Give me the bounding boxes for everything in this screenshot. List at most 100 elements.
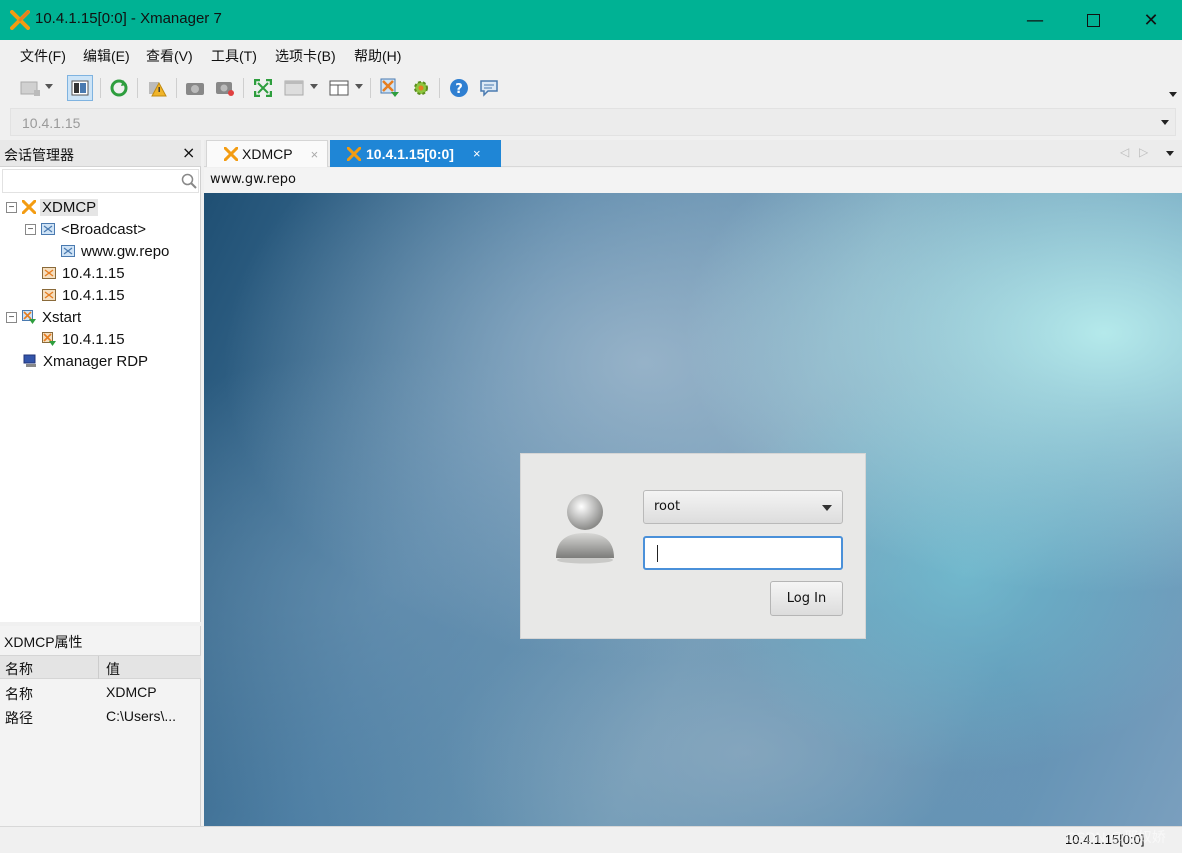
toolbar-divider xyxy=(176,78,177,98)
user-select[interactable]: root xyxy=(643,490,843,524)
toolbar-divider xyxy=(137,78,138,98)
menu-help[interactable]: 帮助(H) xyxy=(354,46,401,66)
tree-item-host[interactable]: 10.4.1.15 xyxy=(42,284,125,306)
fullscreen-icon[interactable] xyxy=(250,75,276,101)
tree-label: Xmanager RDP xyxy=(43,352,149,370)
property-value: C:\Users\... xyxy=(106,708,177,724)
tree-item-rdp[interactable]: Xmanager RDP xyxy=(23,350,148,372)
maximize-button[interactable] xyxy=(1064,0,1122,40)
collapse-toggle-icon[interactable]: − xyxy=(6,311,17,323)
tree-label: <Broadcast> xyxy=(61,220,147,238)
password-input[interactable] xyxy=(643,536,843,570)
refresh-icon[interactable] xyxy=(106,75,132,101)
layout-dropdown-icon[interactable] xyxy=(355,84,363,89)
toolbar-divider xyxy=(243,78,244,98)
toolbar-overflow-icon[interactable] xyxy=(1169,92,1177,97)
rdp-icon xyxy=(23,354,36,367)
properties-panel: XDMCP属性 名称 值 名称 XDMCP 路径 C:\Users\... xyxy=(0,626,201,826)
session-manager-header: 会话管理器 × xyxy=(0,140,201,167)
column-divider[interactable] xyxy=(98,656,99,679)
tree-item-www-gw-repo[interactable]: www.gw.repo xyxy=(61,240,169,262)
session-url: www.gw.repo xyxy=(210,172,296,187)
tree-item-broadcast[interactable]: − <Broadcast> xyxy=(25,218,146,240)
tree-item-host[interactable]: 10.4.1.15 xyxy=(42,262,125,284)
settings-icon[interactable] xyxy=(408,75,434,101)
session-manager-close-button[interactable]: × xyxy=(182,143,195,162)
properties-title: XDMCP属性 xyxy=(4,634,83,650)
text-caret xyxy=(657,545,658,562)
tree-label: www.gw.repo xyxy=(81,242,170,260)
tree-label: 10.4.1.15 xyxy=(62,330,125,348)
tab-scroll-right-icon[interactable]: ▷ xyxy=(1139,145,1148,159)
address-input[interactable]: 10.4.1.15 xyxy=(22,115,80,131)
tree-label: Xstart xyxy=(42,308,82,326)
address-bar[interactable]: 10.4.1.15 xyxy=(10,108,1176,136)
tab-strip: XDMCP × 10.4.1.15[0:0] × ◁ ▷ xyxy=(204,140,1182,167)
tab-active-session[interactable]: 10.4.1.15[0:0] × xyxy=(330,140,501,167)
close-button[interactable]: ✕ xyxy=(1122,0,1180,40)
column-header-name[interactable]: 名称 xyxy=(5,659,33,679)
new-session-dropdown-icon[interactable] xyxy=(45,84,53,89)
tab-label: XDMCP xyxy=(242,146,293,162)
session-manager-title: 会话管理器 xyxy=(4,148,74,164)
tab-scroll-left-icon[interactable]: ◁ xyxy=(1120,145,1129,159)
tab-xdmcp[interactable]: XDMCP × xyxy=(206,140,328,167)
host-icon xyxy=(42,267,56,279)
new-session-icon[interactable] xyxy=(17,75,43,101)
session-manager-panel: 会话管理器 × − XDMCP − <Broadcast> www.gw.rep… xyxy=(0,140,201,622)
window-icon[interactable] xyxy=(281,75,307,101)
user-select-value: root xyxy=(654,499,681,514)
minimize-button[interactable]: — xyxy=(1006,0,1064,40)
xdmcp-icon xyxy=(22,200,36,214)
watermark: CSDN @邢奴娇 xyxy=(1066,829,1166,845)
layout-icon[interactable] xyxy=(326,75,352,101)
menu-edit[interactable]: 编辑(E) xyxy=(83,46,130,66)
remote-desktop-view[interactable]: root Log In xyxy=(204,193,1182,826)
login-dialog: root Log In xyxy=(520,453,866,639)
tab-list-dropdown-icon[interactable] xyxy=(1166,151,1174,156)
menu-tabs[interactable]: 选项卡(B) xyxy=(275,46,336,66)
screenshot-icon[interactable] xyxy=(182,75,208,101)
tab-close-icon[interactable]: × xyxy=(311,147,319,162)
xdmcp-tab-icon xyxy=(224,147,238,161)
tree-item-xstart-host[interactable]: 10.4.1.15 xyxy=(42,328,125,350)
session-url-bar: www.gw.repo xyxy=(204,168,1182,193)
warning-icon[interactable] xyxy=(144,75,170,101)
status-bar: 10.4.1.15[0:0] CSDN @邢奴娇 xyxy=(0,826,1182,853)
xstart-host-icon xyxy=(42,332,56,346)
menu-view[interactable]: 查看(V) xyxy=(146,46,193,66)
property-value: XDMCP xyxy=(106,684,157,700)
chat-icon[interactable] xyxy=(476,75,502,101)
session-tab-icon xyxy=(347,146,361,161)
record-icon[interactable] xyxy=(212,75,238,101)
user-avatar-icon xyxy=(556,494,614,564)
xmanager-logo-icon xyxy=(10,10,30,30)
window-dropdown-icon[interactable] xyxy=(310,84,318,89)
tree-item-xdmcp[interactable]: − XDMCP xyxy=(6,196,99,218)
login-button[interactable]: Log In xyxy=(770,581,843,616)
property-name: 名称 xyxy=(5,686,33,702)
column-header-value[interactable]: 值 xyxy=(106,659,120,679)
tree-label: 10.4.1.15 xyxy=(62,286,125,304)
properties-header-row: 名称 值 xyxy=(0,655,201,679)
collapse-toggle-icon[interactable]: − xyxy=(25,223,36,235)
collapse-toggle-icon[interactable]: − xyxy=(6,201,17,213)
toolbar-divider xyxy=(439,78,440,98)
tree-item-xstart[interactable]: − Xstart xyxy=(6,306,81,328)
search-icon[interactable] xyxy=(181,173,197,189)
address-dropdown-icon[interactable] xyxy=(1161,120,1169,125)
xstart-icon[interactable] xyxy=(377,75,403,101)
chevron-down-icon xyxy=(822,505,832,511)
tree-label: XDMCP xyxy=(40,198,99,216)
tab-close-icon[interactable]: × xyxy=(473,146,481,161)
title-bar: 10.4.1.15[0:0] - Xmanager 7 — ✕ xyxy=(0,0,1182,40)
toolbar-divider xyxy=(100,78,101,98)
session-search-input[interactable] xyxy=(2,169,199,193)
menu-file[interactable]: 文件(F) xyxy=(20,46,66,66)
menu-bar: 文件(F) 编辑(E) 查看(V) 工具(T) 选项卡(B) 帮助(H) xyxy=(0,40,1182,70)
host-icon xyxy=(61,245,75,257)
toolbar-divider xyxy=(370,78,371,98)
help-icon[interactable]: ? xyxy=(446,75,472,101)
menu-tools[interactable]: 工具(T) xyxy=(211,46,257,66)
session-panel-icon[interactable] xyxy=(67,75,93,101)
